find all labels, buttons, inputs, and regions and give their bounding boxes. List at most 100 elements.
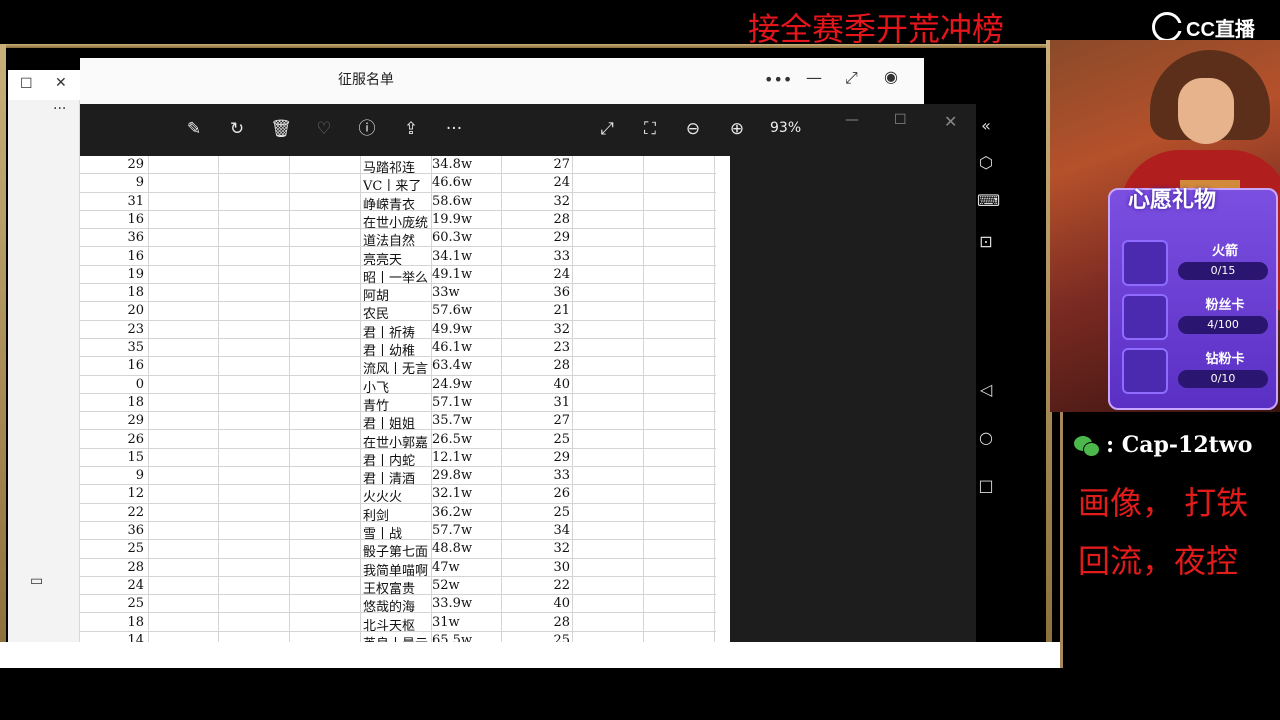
level-cell: 16 [127, 248, 144, 264]
chat-message-line: 画像， 打铁 [1078, 484, 1249, 522]
zoom-in-icon[interactable]: ⊕ [726, 119, 748, 139]
power-cell: 49.9w [432, 321, 473, 337]
table-row: 26 在世小郭嘉 26.5w 25 [80, 431, 716, 451]
delete-icon[interactable]: 🗑 [270, 119, 292, 139]
zoom-out-icon[interactable]: ⊖ [682, 119, 704, 139]
rotate-icon[interactable]: ↻ [226, 119, 248, 139]
collapse-icon[interactable]: « [977, 116, 995, 135]
power-cell: 34.8w [432, 157, 473, 172]
left-window-titlebar [8, 70, 80, 100]
cc-live-logo: CC直播 [1152, 12, 1255, 42]
level-cell: 23 [127, 321, 144, 337]
count-cell: 30 [553, 559, 570, 575]
count-cell: 25 [553, 632, 570, 642]
power-cell: 35.7w [432, 413, 473, 429]
level-cell: 18 [127, 614, 144, 630]
bottom-strip [0, 642, 1060, 668]
chat-username: : Cap-12two [1106, 432, 1253, 458]
settings-icon[interactable]: ⬡ [977, 153, 995, 172]
fit-icon[interactable]: ⛶ [639, 119, 661, 139]
viewer-minimize-icon[interactable]: — [845, 112, 859, 128]
more-icon[interactable]: ··· [443, 119, 465, 139]
keyboard-icon[interactable]: ⌨ [977, 191, 1000, 210]
level-cell: 12 [127, 486, 144, 502]
gift-progress: 0/10 [1178, 370, 1268, 388]
power-cell: 57.7w [432, 523, 473, 538]
table-row: 12 火火火 32.1w 26 [80, 485, 716, 506]
top-banner [0, 0, 1280, 44]
name-cell: 北斗天枢 [363, 618, 416, 634]
power-cell: 48.8w [432, 541, 473, 557]
power-cell: 65.5w [432, 632, 473, 642]
name-cell: 峥嵘青衣 [363, 197, 416, 213]
favorite-icon[interactable]: ♡ [313, 119, 335, 139]
count-cell: 33 [553, 468, 570, 484]
more-menu-icon[interactable]: ⊡ [977, 232, 995, 251]
viewer-close-icon[interactable]: ✕ [944, 112, 957, 131]
count-cell: 25 [553, 431, 570, 447]
spreadsheet-image: 29 马踏祁连 34.8w 27 9 VC丨来了 46.6w 24 31 峥嵘青衣 58.6w 32 1… [80, 156, 730, 642]
home-icon[interactable]: ○ [977, 428, 995, 447]
table-row: 9 VC丨来了 46.6w 24 [80, 174, 716, 195]
record-icon[interactable]: ◉ [884, 67, 898, 86]
power-cell: 60.3w [432, 230, 473, 246]
viewer-maximize-icon[interactable]: ☐ [894, 112, 907, 128]
count-cell: 32 [553, 541, 570, 557]
zoom-level[interactable]: 93% [770, 120, 801, 136]
rocket-icon [1122, 240, 1168, 286]
power-cell: 49.1w [432, 266, 473, 282]
table-row: 36 雪丨战 57.7w 34 [80, 522, 716, 542]
table-row: 20 农民 57.6w 21 [80, 302, 716, 322]
level-cell: 29 [127, 413, 144, 429]
level-cell: 25 [127, 596, 144, 612]
level-cell: 28 [127, 559, 144, 575]
level-cell: 18 [127, 394, 144, 410]
chat-message-line: 回流，夜控 [1078, 542, 1239, 580]
name-cell: VC丨来了 [363, 179, 422, 195]
level-cell: 20 [127, 303, 144, 319]
back-icon[interactable]: ◁ [977, 380, 995, 399]
share-icon[interactable]: ⇪ [400, 119, 422, 139]
table-row: 15 君丨内蛇 12.1w 29 [80, 449, 716, 469]
power-cell: 33.9w [432, 596, 473, 612]
info-icon[interactable]: ⓘ [356, 119, 378, 139]
name-cell: 君丨幼稚 [363, 344, 416, 359]
gift-item[interactable]: 钻粉卡 0/10 [1122, 348, 1272, 398]
level-cell: 14 [127, 632, 144, 642]
restore-icon[interactable]: ⤢ [845, 68, 858, 88]
more-icon[interactable]: ··· [53, 101, 66, 117]
name-cell: 火火火 [363, 490, 403, 506]
power-cell: 31w [432, 614, 460, 630]
close-icon[interactable]: ✕ [55, 75, 67, 91]
window-title: 征服名单 [338, 72, 394, 88]
maximize-icon[interactable]: ☐ [20, 76, 33, 92]
power-cell: 34.1w [432, 248, 473, 264]
count-cell: 27 [553, 157, 570, 172]
recents-icon[interactable]: □ [977, 476, 995, 495]
count-cell: 28 [553, 358, 570, 374]
name-cell: 君丨姐姐 [363, 417, 416, 433]
power-cell: 63.4w [432, 358, 473, 374]
level-cell: 19 [127, 266, 144, 282]
table-row: 16 亮亮天 34.1w 33 [80, 248, 716, 268]
gift-item[interactable]: 火箭 0/15 [1122, 240, 1272, 290]
table-row: 22 利剑 36.2w 25 [80, 504, 716, 524]
cc-logo-icon [1152, 12, 1183, 42]
video-camera-icon[interactable]: ▭ [30, 573, 43, 589]
minimize-icon[interactable]: — [806, 68, 822, 87]
power-cell: 12.1w [432, 449, 473, 465]
expand-icon[interactable]: ⤢ [596, 119, 618, 139]
name-cell: 雪丨战 [363, 527, 403, 542]
count-cell: 25 [553, 504, 570, 520]
edit-image-icon[interactable]: ✎ [183, 119, 205, 139]
table-row: 25 悠哉的海 33.9w 40 [80, 595, 716, 615]
gift-item[interactable]: 粉丝卡 4/100 [1122, 294, 1272, 344]
power-cell: 19.9w [432, 211, 473, 227]
count-cell: 40 [553, 596, 570, 612]
name-cell: 马踏祁连 [363, 161, 416, 176]
count-cell: 33 [553, 248, 570, 264]
gift-name: 粉丝卡 [1205, 298, 1245, 313]
dots-icon[interactable]: ••• [764, 70, 792, 89]
wechat-icon [1074, 434, 1100, 457]
diamond-fan-card-icon [1122, 348, 1168, 394]
